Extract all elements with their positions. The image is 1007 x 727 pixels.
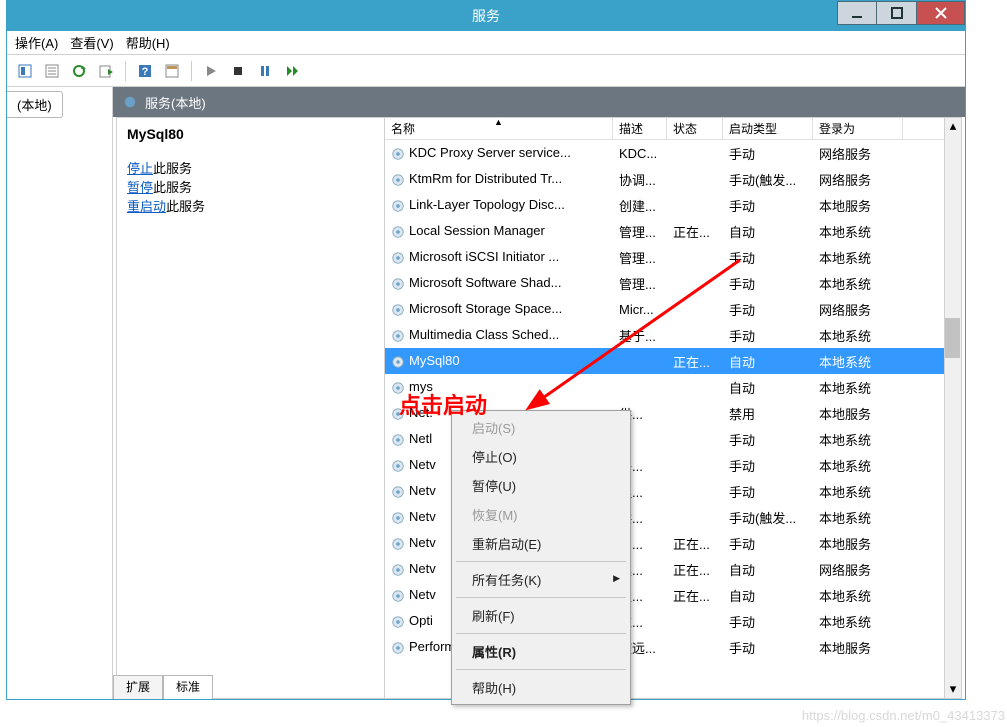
service-row[interactable]: Multimedia Class Sched...基于...手动本地系统 — [385, 322, 961, 348]
minimize-button[interactable] — [837, 1, 877, 25]
restart-suffix: 此服务 — [166, 199, 205, 214]
svg-text:?: ? — [142, 66, 149, 78]
window-title: 服务 — [472, 6, 500, 26]
export-button[interactable] — [94, 59, 118, 83]
properties-button[interactable] — [40, 59, 64, 83]
menu-action[interactable]: 操作(A) — [15, 33, 58, 52]
restart-service-button[interactable] — [280, 59, 304, 83]
pane-title: 服务(本地) — [145, 93, 206, 112]
service-row[interactable]: Microsoft Software Shad...管理...手动本地系统 — [385, 270, 961, 296]
close-button[interactable] — [917, 1, 965, 25]
context-menu: 启动(S) 停止(O) 暂停(U) 恢复(M) 重新启动(E) 所有任务(K) … — [451, 410, 631, 705]
stop-service-button[interactable] — [226, 59, 250, 83]
tree-pane: (本地) — [7, 87, 113, 699]
cm-help[interactable]: 帮助(H) — [454, 673, 628, 702]
service-row[interactable]: Microsoft iSCSI Initiator ...管理...手动本地系统 — [385, 244, 961, 270]
service-row[interactable]: KtmRm for Distributed Tr...协调...手动(触发...… — [385, 166, 961, 192]
scrollbar[interactable]: ▴ ▾ — [944, 118, 961, 698]
stop-link[interactable]: 停止 — [127, 161, 153, 176]
service-row[interactable]: MySql80正在...自动本地系统 — [385, 348, 961, 374]
service-row[interactable]: mys自动本地系统 — [385, 374, 961, 400]
pause-link[interactable]: 暂停 — [127, 180, 153, 195]
start-service-button[interactable] — [199, 59, 223, 83]
maximize-button[interactable] — [877, 1, 917, 25]
cm-properties[interactable]: 属性(R) — [454, 637, 628, 666]
stop-suffix: 此服务 — [153, 161, 192, 176]
cm-resume: 恢复(M) — [454, 500, 628, 529]
service-row[interactable]: Link-Layer Topology Disc...创建...手动本地服务 — [385, 192, 961, 218]
restart-link[interactable]: 重启动 — [127, 199, 166, 214]
service-row[interactable]: KDC Proxy Server service...KDC...手动网络服务 — [385, 140, 961, 166]
sort-indicator-icon: ▲ — [494, 118, 503, 127]
gear-icon — [123, 95, 137, 109]
cm-stop[interactable]: 停止(O) — [454, 442, 628, 471]
col-startup[interactable]: 启动类型 — [723, 118, 813, 139]
tab-standard[interactable]: 标准 — [163, 675, 213, 699]
list-button[interactable] — [160, 59, 184, 83]
col-name[interactable]: 名称▲ — [385, 118, 613, 139]
pause-suffix: 此服务 — [153, 180, 192, 195]
cm-restart[interactable]: 重新启动(E) — [454, 529, 628, 558]
service-row[interactable]: Microsoft Storage Space...Micr...手动网络服务 — [385, 296, 961, 322]
selected-service-name: MySql80 — [127, 126, 374, 142]
col-desc[interactable]: 描述 — [613, 118, 667, 139]
help-button[interactable]: ? — [133, 59, 157, 83]
col-status[interactable]: 状态 — [667, 118, 723, 139]
toolbar: ? — [7, 55, 965, 87]
refresh-button[interactable] — [67, 59, 91, 83]
menu-view[interactable]: 查看(V) — [70, 33, 113, 52]
cm-pause[interactable]: 暂停(U) — [454, 471, 628, 500]
cm-refresh[interactable]: 刷新(F) — [454, 601, 628, 630]
scroll-thumb[interactable] — [945, 318, 960, 358]
pause-service-button[interactable] — [253, 59, 277, 83]
tab-extended[interactable]: 扩展 — [113, 675, 163, 699]
menubar: 操作(A) 查看(V) 帮助(H) — [7, 31, 965, 55]
cm-start: 启动(S) — [454, 413, 628, 442]
detail-pane: MySql80 停止此服务 暂停此服务 重启动此服务 — [117, 118, 385, 698]
back-button[interactable] — [13, 59, 37, 83]
tree-node-local[interactable]: (本地) — [7, 91, 63, 118]
menu-help[interactable]: 帮助(H) — [126, 33, 170, 52]
pane-header: 服务(本地) — [113, 87, 965, 117]
titlebar[interactable]: 服务 — [7, 1, 965, 31]
watermark: https://blog.csdn.net/m0_43413373 — [802, 708, 1005, 723]
col-logon[interactable]: 登录为 — [813, 118, 903, 139]
cm-all-tasks[interactable]: 所有任务(K) — [454, 565, 628, 594]
service-row[interactable]: Local Session Manager管理...正在...自动本地系统 — [385, 218, 961, 244]
